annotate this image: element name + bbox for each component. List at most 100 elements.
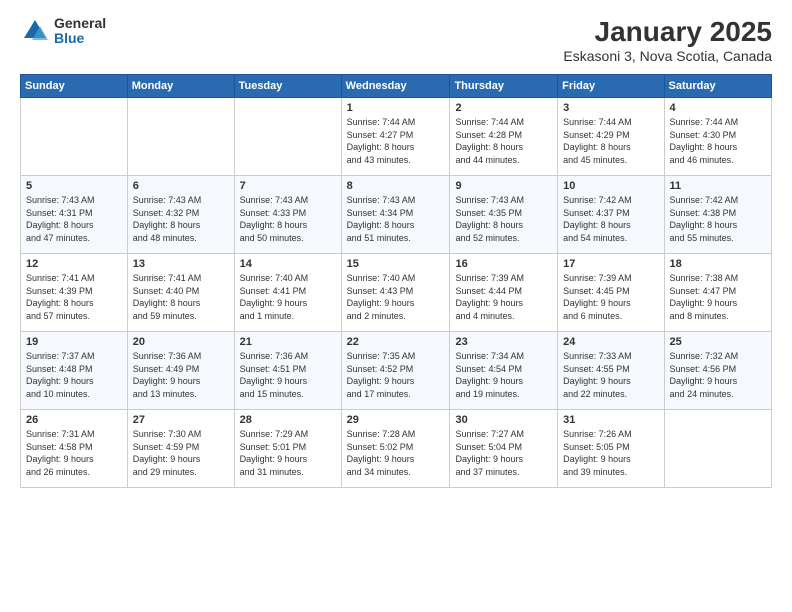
day-number: 13 — [133, 258, 229, 270]
calendar-cell-w4-d7: 25 Sunrise: 7:32 AM Sunset: 4:56 PM Dayli… — [664, 332, 771, 410]
calendar-cell-w1-d2 — [127, 98, 234, 176]
calendar-subtitle: Eskasoni 3, Nova Scotia, Canada — [563, 48, 772, 64]
day-number: 7 — [240, 180, 336, 192]
calendar-cell-w1-d5: 2 Sunrise: 7:44 AM Sunset: 4:28 PM Daylig… — [450, 98, 558, 176]
day-number: 10 — [563, 180, 658, 192]
calendar-title: January 2025 — [563, 16, 772, 48]
day-number: 9 — [455, 180, 552, 192]
header: General Blue January 2025 Eskasoni 3, No… — [20, 16, 772, 64]
day-info: Sunrise: 7:41 AM Sunset: 4:39 PM Dayligh… — [26, 272, 122, 322]
day-info: Sunrise: 7:40 AM Sunset: 4:41 PM Dayligh… — [240, 272, 336, 322]
week-row-2: 5Sunrise: 7:43 AM Sunset: 4:31 PM Daylig… — [21, 176, 772, 254]
calendar-cell-w5-d4: 29 Sunrise: 7:28 AM Sunset: 5:02 PM Dayli… — [341, 410, 450, 488]
day-number: 23 — [455, 336, 552, 348]
day-number: 16 — [455, 258, 552, 270]
day-number: 18 — [670, 258, 766, 270]
day-info: Sunrise: 7:33 AM Sunset: 4:55 PM Dayligh… — [563, 350, 658, 400]
day-info: Sunrise: 7:31 AM Sunset: 4:58 PM Dayligh… — [26, 428, 122, 478]
logo-text: General Blue — [54, 16, 106, 47]
calendar-cell-w2-d2: 6 Sunrise: 7:43 AM Sunset: 4:32 PM Daylig… — [127, 176, 234, 254]
calendar-cell-w4-d3: 21 Sunrise: 7:36 AM Sunset: 4:51 PM Dayli… — [234, 332, 341, 410]
day-number: 25 — [670, 336, 766, 348]
calendar-cell-w5-d6: 31Sunrise: 7:26 AM Sunset: 5:05 PM Dayli… — [558, 410, 664, 488]
header-monday: Monday — [127, 75, 234, 98]
day-number: 29 — [347, 414, 445, 426]
calendar-cell-w4-d6: 24 Sunrise: 7:33 AM Sunset: 4:55 PM Dayli… — [558, 332, 664, 410]
day-number: 19 — [26, 336, 122, 348]
day-number: 24 — [563, 336, 658, 348]
calendar-cell-w5-d2: 27 Sunrise: 7:30 AM Sunset: 4:59 PM Dayli… — [127, 410, 234, 488]
header-thursday: Thursday — [450, 75, 558, 98]
calendar-cell-w1-d6: 3 Sunrise: 7:44 AM Sunset: 4:29 PM Daylig… — [558, 98, 664, 176]
calendar-cell-w2-d1: 5Sunrise: 7:43 AM Sunset: 4:31 PM Daylig… — [21, 176, 128, 254]
calendar-cell-w5-d7 — [664, 410, 771, 488]
calendar-cell-w4-d1: 19Sunrise: 7:37 AM Sunset: 4:48 PM Dayli… — [21, 332, 128, 410]
day-number: 3 — [563, 102, 658, 114]
day-info: Sunrise: 7:39 AM Sunset: 4:45 PM Dayligh… — [563, 272, 658, 322]
calendar-cell-w3-d3: 14 Sunrise: 7:40 AM Sunset: 4:41 PM Dayli… — [234, 254, 341, 332]
calendar-cell-w4-d2: 20 Sunrise: 7:36 AM Sunset: 4:49 PM Dayli… — [127, 332, 234, 410]
day-number: 20 — [133, 336, 229, 348]
day-number: 12 — [26, 258, 122, 270]
day-info: Sunrise: 7:38 AM Sunset: 4:47 PM Dayligh… — [670, 272, 766, 322]
day-info: Sunrise: 7:39 AM Sunset: 4:44 PM Dayligh… — [455, 272, 552, 322]
week-row-3: 12 Sunrise: 7:41 AM Sunset: 4:39 PM Dayli… — [21, 254, 772, 332]
day-info: Sunrise: 7:43 AM Sunset: 4:33 PM Dayligh… — [240, 194, 336, 244]
day-info: Sunrise: 7:44 AM Sunset: 4:27 PM Dayligh… — [347, 116, 445, 166]
calendar-cell-w4-d5: 23 Sunrise: 7:34 AM Sunset: 4:54 PM Dayli… — [450, 332, 558, 410]
day-info: Sunrise: 7:41 AM Sunset: 4:40 PM Dayligh… — [133, 272, 229, 322]
day-info: Sunrise: 7:34 AM Sunset: 4:54 PM Dayligh… — [455, 350, 552, 400]
day-info: Sunrise: 7:44 AM Sunset: 4:29 PM Dayligh… — [563, 116, 658, 166]
day-info: Sunrise: 7:36 AM Sunset: 4:51 PM Dayligh… — [240, 350, 336, 400]
week-row-1: 1 Sunrise: 7:44 AM Sunset: 4:27 PM Daylig… — [21, 98, 772, 176]
calendar-cell-w3-d7: 18 Sunrise: 7:38 AM Sunset: 4:47 PM Dayli… — [664, 254, 771, 332]
day-info: Sunrise: 7:43 AM Sunset: 4:31 PM Dayligh… — [26, 194, 122, 244]
calendar-cell-w2-d6: 10Sunrise: 7:42 AM Sunset: 4:37 PM Dayli… — [558, 176, 664, 254]
calendar-cell-w3-d2: 13 Sunrise: 7:41 AM Sunset: 4:40 PM Dayli… — [127, 254, 234, 332]
day-info: Sunrise: 7:29 AM Sunset: 5:01 PM Dayligh… — [240, 428, 336, 478]
day-info: Sunrise: 7:43 AM Sunset: 4:35 PM Dayligh… — [455, 194, 552, 244]
calendar-cell-w1-d3 — [234, 98, 341, 176]
day-number: 21 — [240, 336, 336, 348]
header-sunday: Sunday — [21, 75, 128, 98]
header-tuesday: Tuesday — [234, 75, 341, 98]
day-info: Sunrise: 7:28 AM Sunset: 5:02 PM Dayligh… — [347, 428, 445, 478]
calendar-header-row: Sunday Monday Tuesday Wednesday Thursday… — [21, 75, 772, 98]
day-number: 8 — [347, 180, 445, 192]
calendar-cell-w2-d7: 11Sunrise: 7:42 AM Sunset: 4:38 PM Dayli… — [664, 176, 771, 254]
day-number: 15 — [347, 258, 445, 270]
calendar-cell-w1-d4: 1 Sunrise: 7:44 AM Sunset: 4:27 PM Daylig… — [341, 98, 450, 176]
header-friday: Friday — [558, 75, 664, 98]
calendar-cell-w4-d4: 22Sunrise: 7:35 AM Sunset: 4:52 PM Dayli… — [341, 332, 450, 410]
day-number: 14 — [240, 258, 336, 270]
day-info: Sunrise: 7:44 AM Sunset: 4:30 PM Dayligh… — [670, 116, 766, 166]
day-info: Sunrise: 7:32 AM Sunset: 4:56 PM Dayligh… — [670, 350, 766, 400]
logo-blue-text: Blue — [54, 31, 106, 46]
title-block: January 2025 Eskasoni 3, Nova Scotia, Ca… — [563, 16, 772, 64]
calendar-table: Sunday Monday Tuesday Wednesday Thursday… — [20, 74, 772, 488]
calendar-cell-w1-d1 — [21, 98, 128, 176]
day-number: 1 — [347, 102, 445, 114]
calendar-cell-w5-d3: 28Sunrise: 7:29 AM Sunset: 5:01 PM Dayli… — [234, 410, 341, 488]
day-info: Sunrise: 7:43 AM Sunset: 4:34 PM Dayligh… — [347, 194, 445, 244]
header-saturday: Saturday — [664, 75, 771, 98]
day-info: Sunrise: 7:44 AM Sunset: 4:28 PM Dayligh… — [455, 116, 552, 166]
calendar-cell-w5-d1: 26 Sunrise: 7:31 AM Sunset: 4:58 PM Dayli… — [21, 410, 128, 488]
logo: General Blue — [20, 16, 106, 47]
day-number: 27 — [133, 414, 229, 426]
day-number: 6 — [133, 180, 229, 192]
day-number: 17 — [563, 258, 658, 270]
day-info: Sunrise: 7:36 AM Sunset: 4:49 PM Dayligh… — [133, 350, 229, 400]
week-row-5: 26 Sunrise: 7:31 AM Sunset: 4:58 PM Dayli… — [21, 410, 772, 488]
calendar-cell-w1-d7: 4Sunrise: 7:44 AM Sunset: 4:30 PM Daylig… — [664, 98, 771, 176]
day-number: 26 — [26, 414, 122, 426]
day-info: Sunrise: 7:30 AM Sunset: 4:59 PM Dayligh… — [133, 428, 229, 478]
header-wednesday: Wednesday — [341, 75, 450, 98]
day-info: Sunrise: 7:27 AM Sunset: 5:04 PM Dayligh… — [455, 428, 552, 478]
day-number: 30 — [455, 414, 552, 426]
day-info: Sunrise: 7:43 AM Sunset: 4:32 PM Dayligh… — [133, 194, 229, 244]
logo-icon — [20, 16, 50, 46]
page: General Blue January 2025 Eskasoni 3, No… — [0, 0, 792, 612]
day-number: 22 — [347, 336, 445, 348]
day-number: 2 — [455, 102, 552, 114]
